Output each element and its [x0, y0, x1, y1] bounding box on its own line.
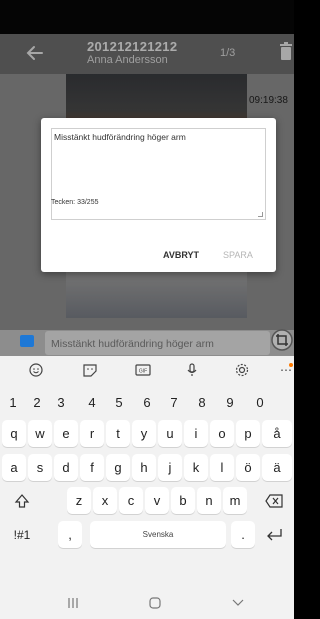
key[interactable]: v: [145, 487, 169, 514]
key[interactable]: y: [132, 420, 156, 447]
shift-key[interactable]: [2, 487, 42, 514]
key[interactable]: m: [223, 487, 247, 514]
backspace-icon: [265, 493, 283, 508]
cancel-button[interactable]: AVBRYT: [163, 250, 199, 260]
period-key[interactable]: .: [231, 521, 255, 548]
edit-caption-dialog: Misstänkt hudförändring höger arm Tecken…: [41, 118, 276, 272]
status-bar: [0, 0, 294, 34]
notification-dot: [289, 363, 293, 367]
save-button[interactable]: SPARA: [223, 250, 253, 260]
sticker-icon[interactable]: [82, 362, 98, 378]
recents-icon[interactable]: [66, 597, 80, 609]
key[interactable]: w: [28, 420, 52, 447]
key[interactable]: t: [106, 420, 130, 447]
shift-icon: [14, 493, 30, 508]
enter-key[interactable]: [256, 521, 292, 548]
key[interactable]: b: [171, 487, 195, 514]
key[interactable]: 7: [161, 389, 187, 416]
textarea-text: Misstänkt hudförändring höger arm: [54, 132, 186, 142]
key[interactable]: r: [80, 420, 104, 447]
key[interactable]: l: [210, 454, 234, 481]
resize-handle-icon[interactable]: [258, 212, 263, 217]
key[interactable]: 1: [0, 389, 26, 416]
enter-icon: [267, 528, 282, 540]
key[interactable]: 9: [217, 389, 243, 416]
mic-icon[interactable]: [184, 362, 200, 378]
symbols-key[interactable]: !#1: [2, 521, 42, 548]
key[interactable]: k: [184, 454, 208, 481]
settings-icon[interactable]: [234, 362, 250, 378]
emoji-icon[interactable]: [28, 362, 44, 378]
key[interactable]: g: [106, 454, 130, 481]
key[interactable]: 2: [24, 389, 50, 416]
keyboard-toolbar: GIF ⋯: [0, 356, 294, 384]
space-label: Svenska: [142, 530, 174, 539]
key[interactable]: 3: [48, 389, 74, 416]
key[interactable]: p: [236, 420, 260, 447]
key[interactable]: 5: [106, 389, 132, 416]
backspace-key[interactable]: [256, 487, 292, 514]
key[interactable]: i: [184, 420, 208, 447]
key[interactable]: n: [197, 487, 221, 514]
home-icon[interactable]: [148, 597, 162, 609]
key[interactable]: 6: [134, 389, 160, 416]
key[interactable]: e: [54, 420, 78, 447]
key[interactable]: u: [158, 420, 182, 447]
key[interactable]: 0: [247, 389, 273, 416]
key[interactable]: o: [210, 420, 234, 447]
chat-icon: [20, 335, 34, 347]
char-counter: Tecken: 33/255: [51, 199, 99, 206]
key[interactable]: x: [93, 487, 117, 514]
gif-icon[interactable]: GIF: [135, 362, 151, 378]
crop-icon[interactable]: [271, 329, 293, 351]
key[interactable]: j: [158, 454, 182, 481]
key[interactable]: d: [54, 454, 78, 481]
key[interactable]: c: [119, 487, 143, 514]
space-key[interactable]: Svenska: [90, 521, 226, 548]
key[interactable]: f: [80, 454, 104, 481]
key[interactable]: q: [2, 420, 26, 447]
gif-label: GIF: [139, 369, 147, 375]
key[interactable]: z: [67, 487, 91, 514]
key[interactable]: å: [262, 420, 292, 447]
key[interactable]: s: [28, 454, 52, 481]
caption-text: Misstänkt hudförändring höger arm: [51, 338, 214, 350]
key[interactable]: 8: [189, 389, 215, 416]
caption-textarea[interactable]: Misstänkt hudförändring höger arm: [51, 128, 266, 220]
key[interactable]: 4: [79, 389, 105, 416]
key[interactable]: ä: [262, 454, 292, 481]
key[interactable]: ö: [236, 454, 260, 481]
chevron-down-icon[interactable]: [231, 597, 245, 609]
key[interactable]: a: [2, 454, 26, 481]
navigation-bar: [0, 589, 294, 619]
key[interactable]: h: [132, 454, 156, 481]
keyboard: GIF ⋯ 1 2 3 4 5 6 7 8 9 0 q w e r t y u …: [0, 356, 294, 619]
comma-key[interactable]: ,: [58, 521, 82, 548]
